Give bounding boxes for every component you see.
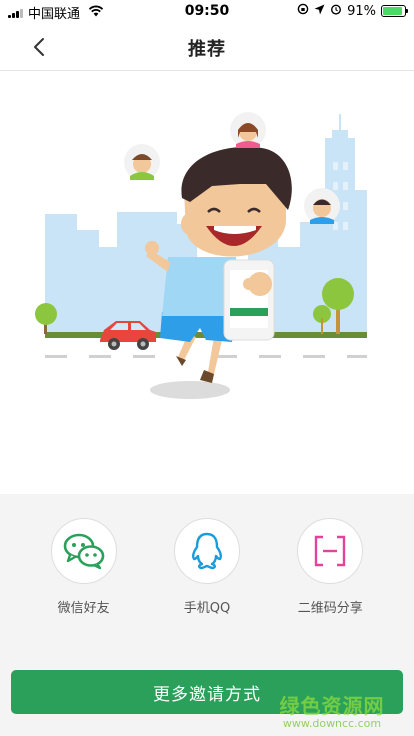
share-qrcode-circle[interactable] <box>297 518 364 584</box>
status-bar: 中国联通 09:50 91% <box>0 0 414 22</box>
share-options: 微信好友 手机QQ 二维码分享 <box>0 518 414 616</box>
wechat-icon <box>63 533 104 570</box>
page-title: 推荐 <box>188 39 226 60</box>
share-wechat-circle[interactable] <box>50 518 117 584</box>
share-wechat[interactable]: 微信好友 <box>29 518 139 616</box>
watermark: 绿色资源网 www.downcc.com <box>272 690 392 730</box>
share-qrcode-label: 二维码分享 <box>297 601 363 616</box>
qrcode-icon <box>315 535 346 567</box>
watermark-url: www.downcc.com <box>282 717 382 730</box>
qq-penguin-icon <box>191 532 222 570</box>
share-qq[interactable]: 手机QQ <box>152 518 262 616</box>
alarm-icon <box>330 3 342 19</box>
share-wechat-label: 微信好友 <box>57 601 110 616</box>
hero-illustration <box>0 72 414 494</box>
location-icon <box>314 4 325 19</box>
lock-rotation-icon <box>297 3 309 19</box>
share-qq-circle[interactable] <box>173 518 240 584</box>
battery-icon <box>381 5 408 17</box>
share-qq-label: 手机QQ <box>183 601 231 616</box>
watermark-text: 绿色资源网 <box>279 694 385 718</box>
battery-percent: 91% <box>347 3 376 19</box>
nav-bar: 推荐 <box>0 22 414 71</box>
share-qrcode[interactable]: 二维码分享 <box>275 518 385 616</box>
